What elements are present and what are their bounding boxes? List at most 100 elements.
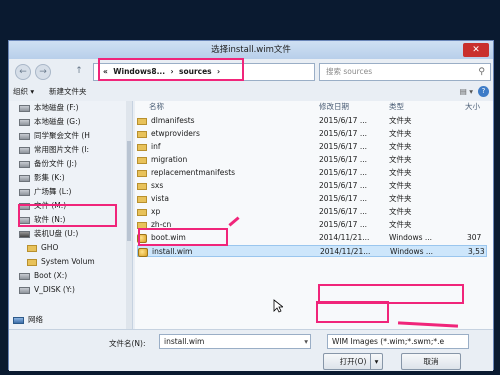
file-name: inf — [151, 142, 161, 151]
file-date: 2014/11/21... — [319, 233, 370, 242]
file-type: 文件夹 — [389, 207, 412, 216]
table-row-selected[interactable]: install.wim 2014/11/21... Windows ... 3,53 — [137, 245, 487, 257]
mouse-cursor-icon — [273, 299, 283, 313]
sidebar-item-usb-drive-u[interactable]: 装机U盘 (U:) — [19, 227, 137, 240]
drive-icon — [19, 104, 30, 112]
chevron-down-icon[interactable]: ▾ — [304, 335, 308, 348]
file-size: 3,53 — [468, 247, 485, 256]
table-row[interactable]: migration 2015/6/17 ... 文件夹 — [137, 154, 487, 166]
folder-icon — [137, 208, 147, 216]
table-row[interactable]: replacementmanifests 2015/6/17 ... 文件夹 — [137, 167, 487, 179]
filename-value: install.wim — [164, 337, 205, 346]
sidebar-item-label: 网络 — [28, 315, 43, 324]
close-button[interactable]: ✕ — [463, 43, 489, 57]
sidebar-item-network[interactable]: 网络 — [13, 313, 131, 326]
table-row[interactable]: vista 2015/6/17 ... 文件夹 — [137, 193, 487, 205]
column-header-date[interactable]: 修改日期 — [319, 101, 349, 113]
sidebar-item-label: GHO — [41, 243, 59, 252]
open-dropdown-chevron-icon[interactable]: ▾ — [370, 354, 382, 369]
file-type: 文件夹 — [389, 194, 412, 203]
folder-icon — [27, 258, 37, 266]
file-type: Windows ... — [389, 233, 433, 242]
network-icon — [13, 316, 24, 324]
sidebar-item-drive-x[interactable]: Boot (X:) — [19, 269, 137, 282]
cancel-button[interactable]: 取消 — [401, 353, 461, 370]
annotation-highlight-address — [98, 58, 244, 81]
sidebar-item-label: System Volum — [41, 257, 95, 266]
folder-icon — [27, 244, 37, 252]
annotation-highlight-install-wim — [138, 228, 228, 246]
table-row[interactable]: inf 2015/6/17 ... 文件夹 — [137, 141, 487, 153]
drive-icon — [19, 272, 30, 280]
file-date: 2015/6/17 ... — [319, 168, 367, 177]
filename-input[interactable]: install.wim ▾ — [159, 334, 311, 349]
file-type: 文件夹 — [389, 181, 412, 190]
sidebar-item-drive-f[interactable]: 本地磁盘 (F:) — [19, 101, 137, 114]
folder-icon — [137, 156, 147, 164]
up-button[interactable]: ↑ — [71, 64, 87, 80]
sidebar-item-drive-h[interactable]: 同学聚会文件 (H — [19, 129, 137, 142]
sidebar-item-drive-y[interactable]: V_DISK (Y:) — [19, 283, 137, 296]
drive-icon — [19, 160, 30, 168]
sidebar-item-drive-k[interactable]: 影集 (K:) — [19, 171, 137, 184]
folder-icon — [137, 117, 147, 125]
table-row[interactable]: dlmanifests 2015/6/17 ... 文件夹 — [137, 115, 487, 127]
table-row[interactable]: etwproviders 2015/6/17 ... 文件夹 — [137, 128, 487, 140]
file-type: 文件夹 — [389, 155, 412, 164]
help-icon[interactable]: ? — [478, 86, 489, 97]
file-date: 2015/6/17 ... — [319, 116, 367, 125]
column-header-size[interactable]: 大小 — [465, 101, 480, 113]
table-row[interactable]: sxs 2015/6/17 ... 文件夹 — [137, 180, 487, 192]
command-bar: 组织 ▾ 新建文件夹 ▤ ▾ ? — [9, 85, 493, 99]
sidebar-item-drive-j[interactable]: 备份文件 (J:) — [19, 157, 137, 170]
table-row[interactable]: xp 2015/6/17 ... 文件夹 — [137, 206, 487, 218]
sidebar-item-drive-l[interactable]: 广场舞 (L:) — [19, 185, 137, 198]
drive-icon — [19, 174, 30, 182]
open-button[interactable]: 打开(O) ▾ — [323, 353, 383, 370]
search-input[interactable]: 搜索 sources ⚲ — [319, 63, 491, 81]
file-type: 文件夹 — [389, 129, 412, 138]
file-date: 2015/6/17 ... — [319, 181, 367, 190]
sidebar-item-label: 影集 (K:) — [34, 173, 65, 182]
search-icon[interactable]: ⚲ — [478, 64, 485, 80]
file-name: xp — [151, 207, 161, 216]
sidebar-item-label: 本地磁盘 (F:) — [34, 103, 79, 112]
file-date: 2015/6/17 ... — [319, 142, 367, 151]
sidebar-scrollbar[interactable] — [126, 101, 132, 329]
file-date: 2014/11/21... — [320, 247, 371, 256]
title-bar: 选择install.wim文件 ✕ — [9, 41, 493, 59]
file-type: 文件夹 — [389, 116, 412, 125]
drive-icon — [19, 132, 30, 140]
organize-menu[interactable]: 组织 ▾ — [13, 85, 34, 99]
file-name: sxs — [151, 181, 164, 190]
usb-drive-icon — [19, 230, 30, 238]
filter-value: WIM Images (*.wim;*.swm;*.e — [332, 337, 445, 346]
file-size: 307 — [467, 233, 482, 242]
navigation-toolbar: ← → ↑ « Windows8... › sources › ↻ 搜索 sou… — [9, 59, 493, 85]
column-header-name[interactable]: 名称 — [149, 101, 164, 113]
sidebar-item-label: 常用图片文件 (I: — [34, 145, 90, 154]
sidebar-item-label: 备份文件 (J:) — [34, 159, 77, 168]
file-type-filter[interactable]: WIM Images (*.wim;*.swm;*.e — [327, 334, 469, 349]
new-folder-button[interactable]: 新建文件夹 — [49, 85, 87, 99]
file-name: dlmanifests — [151, 116, 195, 125]
scrollbar-thumb[interactable] — [127, 141, 131, 241]
sidebar-item-drive-i[interactable]: 常用图片文件 (I: — [19, 143, 137, 156]
filename-label: 文件名(N): — [109, 339, 146, 348]
folder-icon — [137, 143, 147, 151]
sidebar-item-drive-g[interactable]: 本地磁盘 (G:) — [19, 115, 137, 128]
drive-icon — [19, 146, 30, 154]
search-placeholder: 搜索 sources — [326, 67, 373, 76]
column-header-type[interactable]: 类型 — [389, 101, 404, 113]
sidebar-item-label: 同学聚会文件 (H — [34, 131, 90, 140]
file-name: migration — [151, 155, 188, 164]
sidebar-item-label: 广场舞 (L:) — [34, 187, 72, 196]
view-options-icon[interactable]: ▤ ▾ — [460, 85, 473, 99]
file-name: replacementmanifests — [151, 168, 236, 177]
back-button[interactable]: ← — [15, 64, 31, 80]
sidebar-item-label: Boot (X:) — [34, 271, 68, 280]
file-type: 文件夹 — [389, 220, 412, 229]
drive-icon — [19, 118, 30, 126]
open-button-label: 打开(O) — [339, 357, 367, 366]
forward-button[interactable]: → — [35, 64, 51, 80]
